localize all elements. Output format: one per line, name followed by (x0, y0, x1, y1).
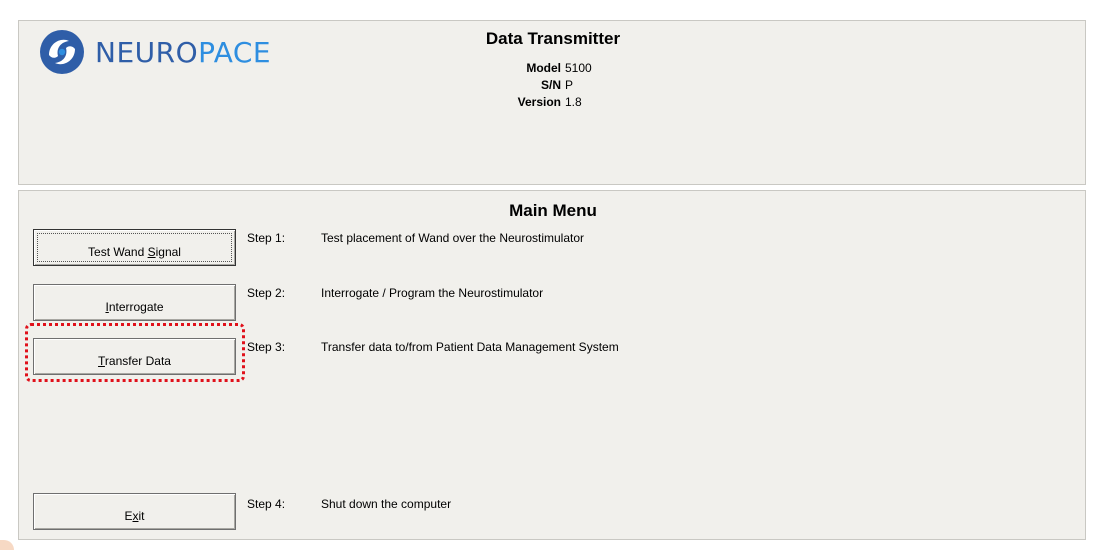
interrogate-button[interactable]: Interrogate (33, 284, 236, 321)
spec-key: S/N (540, 78, 561, 92)
button-label: Transfer Data (98, 353, 171, 368)
spec-value: P (565, 78, 574, 92)
spec-value: 1.8 (565, 95, 582, 109)
button-label: Test Wand Signal (88, 244, 181, 259)
data-transmitter-window: NEUROPACE Data Transmitter Model 5100 S/… (0, 0, 1093, 550)
step-1-description: Test placement of Wand over the Neurosti… (321, 231, 585, 245)
button-label: Interrogate (105, 299, 164, 314)
step-3-label: Step 3: (247, 340, 286, 354)
test-wand-signal-button[interactable]: Test Wand Signal (33, 229, 236, 266)
step-3-description: Transfer data to/from Patient Data Manag… (321, 340, 619, 354)
step-4-description: Shut down the computer (321, 497, 452, 511)
main-menu-panel: Main Menu Test Wand Signal Step 1: Test … (18, 190, 1086, 540)
step-4-label: Step 4: (247, 497, 286, 511)
step-1-label: Step 1: (247, 231, 286, 245)
step-2-description: Interrogate / Program the Neurostimulato… (321, 286, 544, 300)
button-label: Exit (124, 508, 145, 523)
device-info-panel: NEUROPACE Data Transmitter Model 5100 S/… (18, 20, 1086, 185)
spec-key: Version (517, 95, 561, 109)
exit-button[interactable]: Exit (33, 493, 236, 530)
main-menu-title: Main Menu (509, 201, 597, 220)
transfer-data-button[interactable]: Transfer Data (33, 338, 236, 375)
spec-key: Model (526, 61, 561, 75)
step-2-label: Step 2: (247, 286, 286, 300)
device-title: Data Transmitter (485, 29, 621, 48)
spec-value: 5100 (565, 61, 592, 75)
corner-decoration (0, 540, 14, 550)
